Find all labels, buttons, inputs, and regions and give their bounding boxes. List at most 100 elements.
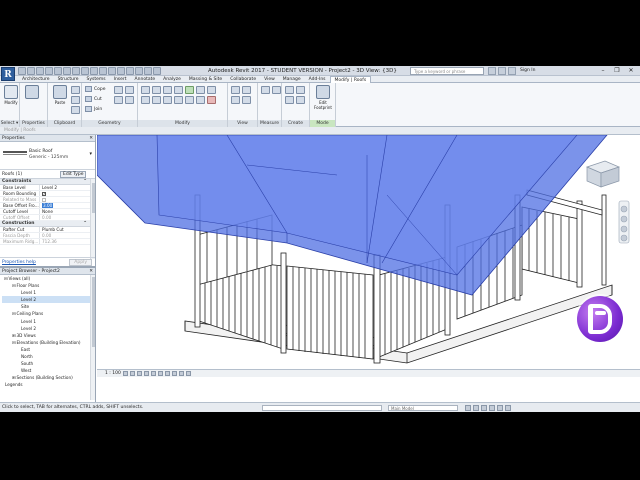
browser-node[interactable]: ⊞Sections (Building Section) bbox=[2, 374, 95, 381]
sign-in-button[interactable]: Sign In bbox=[520, 68, 535, 73]
properties-help-link[interactable]: Properties help bbox=[2, 260, 36, 265]
measure-icon[interactable] bbox=[72, 67, 80, 75]
match-type-icon[interactable] bbox=[71, 106, 80, 114]
reveal-hidden-icon[interactable] bbox=[186, 371, 191, 376]
dimension-icon[interactable] bbox=[272, 86, 281, 94]
tab-modify-roofs[interactable]: Modify | Roofs bbox=[329, 76, 372, 83]
tag-icon[interactable] bbox=[90, 67, 98, 75]
split-face-icon[interactable] bbox=[114, 86, 123, 94]
paste-button[interactable]: Paste bbox=[50, 85, 70, 113]
override-graphics-icon[interactable] bbox=[242, 86, 251, 94]
tab-insert[interactable]: Insert bbox=[110, 76, 131, 83]
hide-in-view-icon[interactable] bbox=[231, 86, 240, 94]
expand-toggle-icon[interactable]: ⊞ bbox=[12, 333, 16, 338]
section-construction[interactable]: Construction ⌃ bbox=[0, 221, 95, 227]
browser-node[interactable]: ⊟Ceiling Plans bbox=[2, 310, 95, 317]
binoculars-icon[interactable] bbox=[488, 67, 496, 75]
create-similar-icon[interactable] bbox=[296, 96, 305, 104]
default-3d-view-icon[interactable] bbox=[108, 67, 116, 75]
restore-button[interactable]: ❐ bbox=[610, 66, 624, 76]
unlock-3d-icon[interactable] bbox=[172, 371, 177, 376]
select-box-icon[interactable] bbox=[242, 96, 251, 104]
base-offset-input[interactable]: 3.00 bbox=[42, 203, 54, 208]
array-icon[interactable] bbox=[185, 96, 194, 104]
browser-node[interactable]: Site bbox=[2, 303, 95, 310]
sync-icon[interactable] bbox=[36, 67, 44, 75]
drag-elements-icon[interactable] bbox=[497, 405, 503, 411]
tab-manage[interactable]: Manage bbox=[279, 76, 305, 83]
prop-row[interactable]: Maximum Ridg... 712.36 bbox=[0, 239, 95, 245]
edit-type-button[interactable]: Edit Type bbox=[60, 171, 87, 178]
offset-icon[interactable] bbox=[152, 86, 161, 94]
pin-icon[interactable] bbox=[207, 86, 216, 94]
tab-analyze[interactable]: Analyze bbox=[159, 76, 185, 83]
close-hidden-windows-icon[interactable] bbox=[135, 67, 143, 75]
scroll-thumb[interactable] bbox=[92, 277, 95, 347]
expand-toggle-icon[interactable]: ⊟ bbox=[4, 276, 8, 281]
design-option-field[interactable]: Main Model bbox=[388, 405, 458, 411]
aligned-dimension-icon[interactable] bbox=[81, 67, 89, 75]
properties-button[interactable] bbox=[22, 85, 42, 113]
tab-collaborate[interactable]: Collaborate bbox=[226, 76, 260, 83]
browser-node[interactable]: North bbox=[2, 353, 95, 360]
type-selector[interactable]: Basic Roof Generic - 125mm ▾ bbox=[0, 142, 95, 170]
create-group-icon[interactable] bbox=[285, 96, 294, 104]
chevron-down-icon[interactable]: ▾ bbox=[89, 151, 92, 157]
minimize-button[interactable]: – bbox=[596, 66, 610, 76]
copy-icon[interactable] bbox=[71, 96, 80, 104]
3d-view-canvas[interactable] bbox=[97, 135, 640, 369]
select-links-icon[interactable] bbox=[465, 405, 471, 411]
trim-extend-icon[interactable] bbox=[174, 96, 183, 104]
tab-structure[interactable]: Structure bbox=[54, 76, 83, 83]
mirror-draw-icon[interactable] bbox=[174, 86, 183, 94]
trim-icon[interactable] bbox=[196, 86, 205, 94]
align-icon[interactable] bbox=[141, 86, 150, 94]
detail-level-icon[interactable] bbox=[123, 371, 128, 376]
search-input[interactable]: Type a keyword or phrase bbox=[410, 67, 484, 75]
create-assembly-icon[interactable] bbox=[285, 86, 294, 94]
undo-icon[interactable] bbox=[45, 67, 53, 75]
linework-icon[interactable] bbox=[231, 96, 240, 104]
thin-lines-icon[interactable] bbox=[126, 67, 134, 75]
delete-icon[interactable] bbox=[207, 96, 216, 104]
instance-selector[interactable]: Roofs (1) Edit Type bbox=[0, 170, 95, 179]
filter-icon[interactable] bbox=[505, 405, 511, 411]
application-menu-button[interactable]: R bbox=[1, 67, 15, 81]
browser-node[interactable]: ⊞3D Views bbox=[2, 332, 95, 339]
create-parts-icon[interactable] bbox=[296, 86, 305, 94]
collapse-icon[interactable]: ⌃ bbox=[83, 221, 87, 227]
render-icon[interactable] bbox=[151, 371, 156, 376]
subscription-icon[interactable] bbox=[498, 67, 506, 75]
copy-element-icon[interactable] bbox=[152, 96, 161, 104]
browser-node[interactable]: Level 2 bbox=[2, 325, 95, 332]
tab-systems[interactable]: Systems bbox=[83, 76, 110, 83]
move-icon[interactable] bbox=[141, 96, 150, 104]
collapse-icon[interactable]: ⌃ bbox=[83, 179, 87, 185]
sun-path-icon[interactable] bbox=[137, 371, 142, 376]
browser-node[interactable]: ⊟Floor Plans bbox=[2, 282, 95, 289]
browser-node[interactable]: Level 1 bbox=[2, 289, 95, 296]
browser-node[interactable]: ⊟Views (all) bbox=[2, 275, 95, 282]
switch-windows-icon[interactable] bbox=[144, 67, 152, 75]
expand-toggle-icon[interactable]: ⊟ bbox=[12, 340, 16, 345]
select-pinned-icon[interactable] bbox=[481, 405, 487, 411]
print-icon[interactable] bbox=[63, 67, 71, 75]
expand-toggle-icon[interactable]: ⊟ bbox=[12, 283, 16, 288]
select-by-face-icon[interactable] bbox=[489, 405, 495, 411]
apply-button[interactable]: Apply bbox=[69, 259, 92, 266]
visual-style-icon[interactable] bbox=[130, 371, 135, 376]
modify-button[interactable]: Modify bbox=[1, 85, 21, 113]
browser-node[interactable]: West bbox=[2, 367, 95, 374]
customize-qat-icon[interactable] bbox=[153, 67, 161, 75]
close-icon[interactable]: ✕ bbox=[89, 135, 93, 142]
close-button[interactable]: ✕ bbox=[624, 66, 638, 76]
open-icon[interactable] bbox=[18, 67, 26, 75]
browser-node[interactable]: Legends bbox=[2, 381, 95, 388]
section-constraints[interactable]: Constraints ⌃ bbox=[0, 179, 95, 185]
browser-node[interactable]: ⊟Elevations (Building Elevation) bbox=[2, 339, 95, 346]
expand-toggle-icon[interactable]: ⊞ bbox=[12, 375, 16, 380]
navigation-bar[interactable] bbox=[618, 200, 630, 244]
star-icon[interactable] bbox=[508, 67, 516, 75]
browser-scrollbar[interactable] bbox=[90, 275, 95, 400]
select-panel-label[interactable]: Select ▾ bbox=[0, 120, 19, 127]
